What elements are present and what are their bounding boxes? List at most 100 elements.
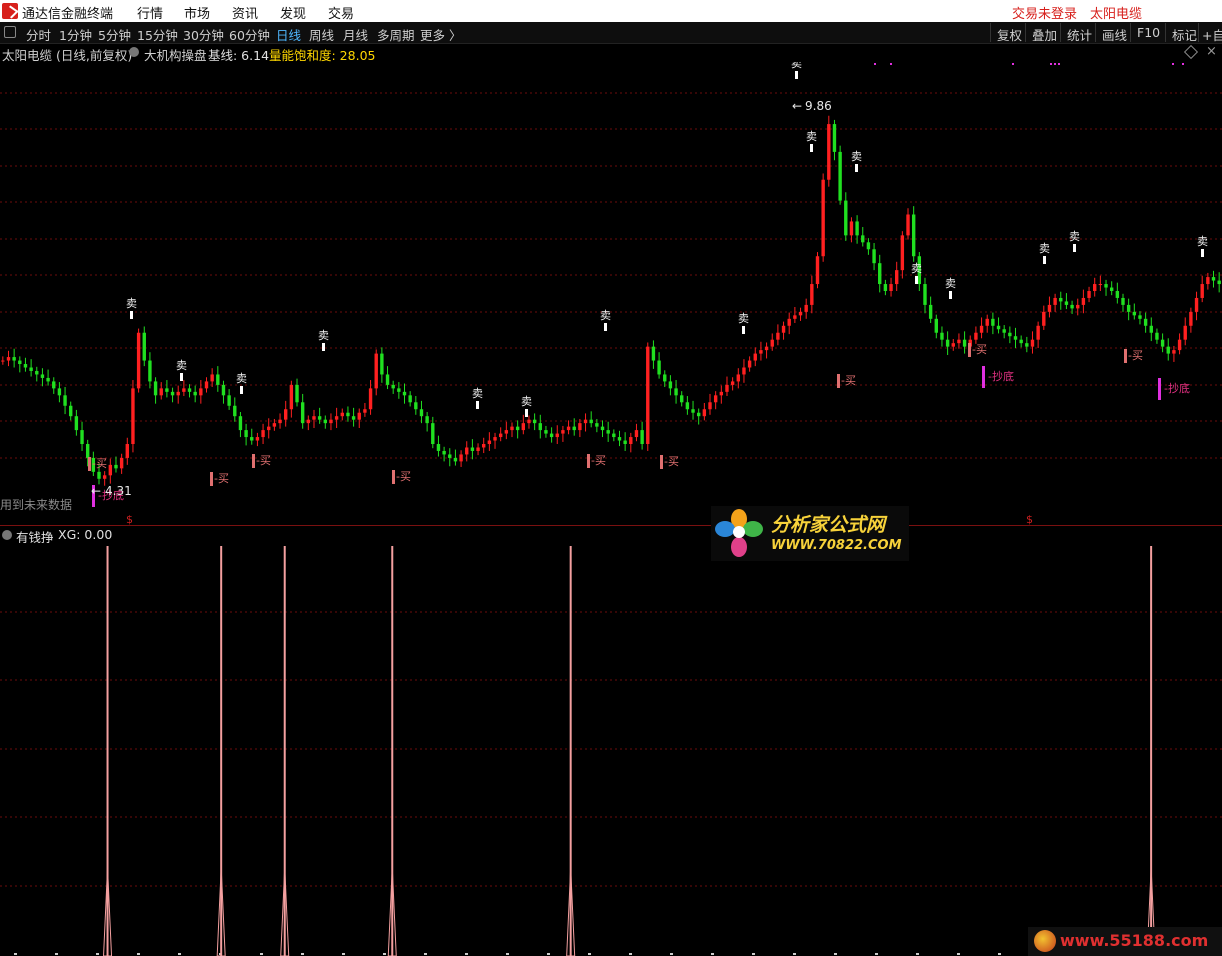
candle-body bbox=[538, 423, 542, 431]
period-tab-15min[interactable]: 15分钟 bbox=[137, 25, 178, 44]
period-tab-60min[interactable]: 60分钟 bbox=[229, 25, 270, 44]
sub-chart-grid bbox=[0, 611, 1222, 955]
candle-body bbox=[787, 318, 791, 326]
diamond-icon[interactable] bbox=[1183, 44, 1199, 60]
sell-signal-bar bbox=[1043, 256, 1046, 264]
candle-body bbox=[1115, 291, 1120, 298]
sell-signal-label: 卖 bbox=[318, 329, 329, 342]
candle-body bbox=[945, 339, 950, 347]
baseline-tick bbox=[424, 953, 427, 955]
candle-body bbox=[1217, 280, 1221, 285]
menu-quotes[interactable]: 行情 bbox=[137, 3, 163, 22]
f10-button[interactable]: F10 bbox=[1130, 23, 1166, 42]
candle-body bbox=[397, 388, 401, 392]
candle-body bbox=[940, 332, 944, 340]
watermark-site-url: WWW.70822.COM bbox=[771, 538, 902, 553]
period-tab-monthly[interactable]: 月线 bbox=[343, 25, 368, 44]
period-tab-weekly[interactable]: 周线 bbox=[309, 25, 334, 44]
candle-body bbox=[278, 419, 282, 424]
close-icon[interactable]: × bbox=[1206, 44, 1217, 59]
menu-trade[interactable]: 交易 bbox=[328, 3, 354, 22]
candle-body bbox=[979, 325, 984, 333]
candle-body bbox=[595, 423, 599, 427]
menu-discover[interactable]: 发现 bbox=[280, 3, 306, 22]
adjust-button[interactable]: 复权 bbox=[990, 23, 1028, 43]
candle-body bbox=[1143, 318, 1148, 326]
sell-signal-label: 卖 bbox=[1197, 235, 1208, 248]
candle-body bbox=[340, 412, 344, 417]
period-tab-30min[interactable]: 30分钟 bbox=[183, 25, 224, 44]
candle-body bbox=[719, 391, 724, 396]
candle-body bbox=[928, 304, 933, 319]
baseline-tick bbox=[711, 953, 714, 955]
top-dot-marker bbox=[890, 63, 892, 65]
candle-body bbox=[832, 124, 837, 152]
candle-body bbox=[267, 426, 271, 431]
candle-body bbox=[549, 433, 554, 438]
candle-body bbox=[1019, 339, 1023, 344]
candle-body bbox=[1013, 336, 1018, 340]
candle-body bbox=[691, 409, 695, 413]
custom-button[interactable]: +自 bbox=[1198, 23, 1222, 43]
candle-body bbox=[1042, 311, 1046, 326]
candle-body bbox=[221, 384, 226, 396]
panel-divider[interactable] bbox=[0, 525, 1222, 526]
overlay-button[interactable]: 叠加 bbox=[1025, 23, 1063, 43]
candle-body bbox=[46, 377, 50, 382]
candle-body bbox=[482, 444, 486, 448]
candle-body bbox=[1036, 325, 1040, 340]
period-tab-5min[interactable]: 5分钟 bbox=[98, 25, 131, 44]
candle-body bbox=[1093, 284, 1097, 292]
candle-body bbox=[1047, 304, 1052, 312]
candle-body bbox=[250, 437, 254, 441]
candle-body bbox=[476, 447, 480, 451]
panel-toggle-icon[interactable] bbox=[4, 26, 16, 38]
sub-indicator-dropdown-icon[interactable] bbox=[2, 530, 12, 540]
top-dot-marker bbox=[1012, 63, 1014, 65]
candle-body bbox=[747, 360, 752, 368]
indicator-dropdown-icon[interactable] bbox=[129, 47, 139, 57]
menu-news[interactable]: 资讯 bbox=[232, 3, 258, 22]
sell-signal-bar bbox=[525, 409, 528, 417]
candlestick-chart[interactable]: 卖卖卖卖卖卖卖 卖卖卖卖卖卖卖卖 卖-买-买-买-买-买 -买-买-买 -买-抄底-抄底… bbox=[0, 62, 1222, 525]
menu-market[interactable]: 市场 bbox=[184, 3, 210, 22]
candle-body bbox=[663, 374, 667, 382]
candle-body bbox=[1104, 284, 1108, 288]
sell-signal-bar bbox=[810, 144, 813, 152]
baseline-tick bbox=[260, 953, 263, 955]
candle-body bbox=[204, 381, 209, 389]
period-tab-daily[interactable]: 日线 bbox=[276, 25, 301, 44]
candle-body bbox=[1030, 339, 1035, 347]
baseline-tick bbox=[916, 953, 919, 955]
draw-button[interactable]: 画线 bbox=[1095, 23, 1133, 43]
baseline-tick bbox=[793, 953, 796, 955]
baseline-tick bbox=[998, 953, 1001, 955]
candle-body bbox=[951, 343, 955, 347]
candle-body bbox=[125, 444, 129, 458]
candle-body bbox=[102, 475, 107, 479]
baseline-tick bbox=[506, 953, 509, 955]
candle-body bbox=[1070, 304, 1074, 309]
period-tab-more[interactable]: 更多 〉 bbox=[420, 25, 461, 44]
candle-body bbox=[861, 235, 865, 243]
candle-body bbox=[351, 416, 356, 420]
buy-signal-bar bbox=[88, 457, 91, 471]
sell-signal-bar bbox=[180, 373, 183, 381]
candle-body bbox=[52, 381, 56, 389]
dollar-marker: $ bbox=[126, 513, 133, 525]
signal-indicator-chart[interactable] bbox=[0, 543, 1222, 956]
candle-body bbox=[572, 426, 576, 431]
period-tab-intraday[interactable]: 分时 bbox=[26, 25, 51, 44]
candle-body bbox=[521, 423, 526, 431]
candle-body bbox=[357, 412, 361, 420]
candle-body bbox=[640, 430, 644, 445]
candle-body bbox=[742, 367, 746, 375]
period-tab-multi[interactable]: 多周期 bbox=[377, 25, 415, 44]
stats-button[interactable]: 统计 bbox=[1060, 23, 1098, 43]
login-status[interactable]: 交易未登录 bbox=[1012, 3, 1077, 22]
corner-logo-icon bbox=[1034, 930, 1056, 952]
candle-body bbox=[1155, 332, 1159, 340]
period-tab-1min[interactable]: 1分钟 bbox=[59, 25, 92, 44]
candle-body bbox=[889, 284, 893, 292]
candle-body bbox=[878, 263, 882, 285]
